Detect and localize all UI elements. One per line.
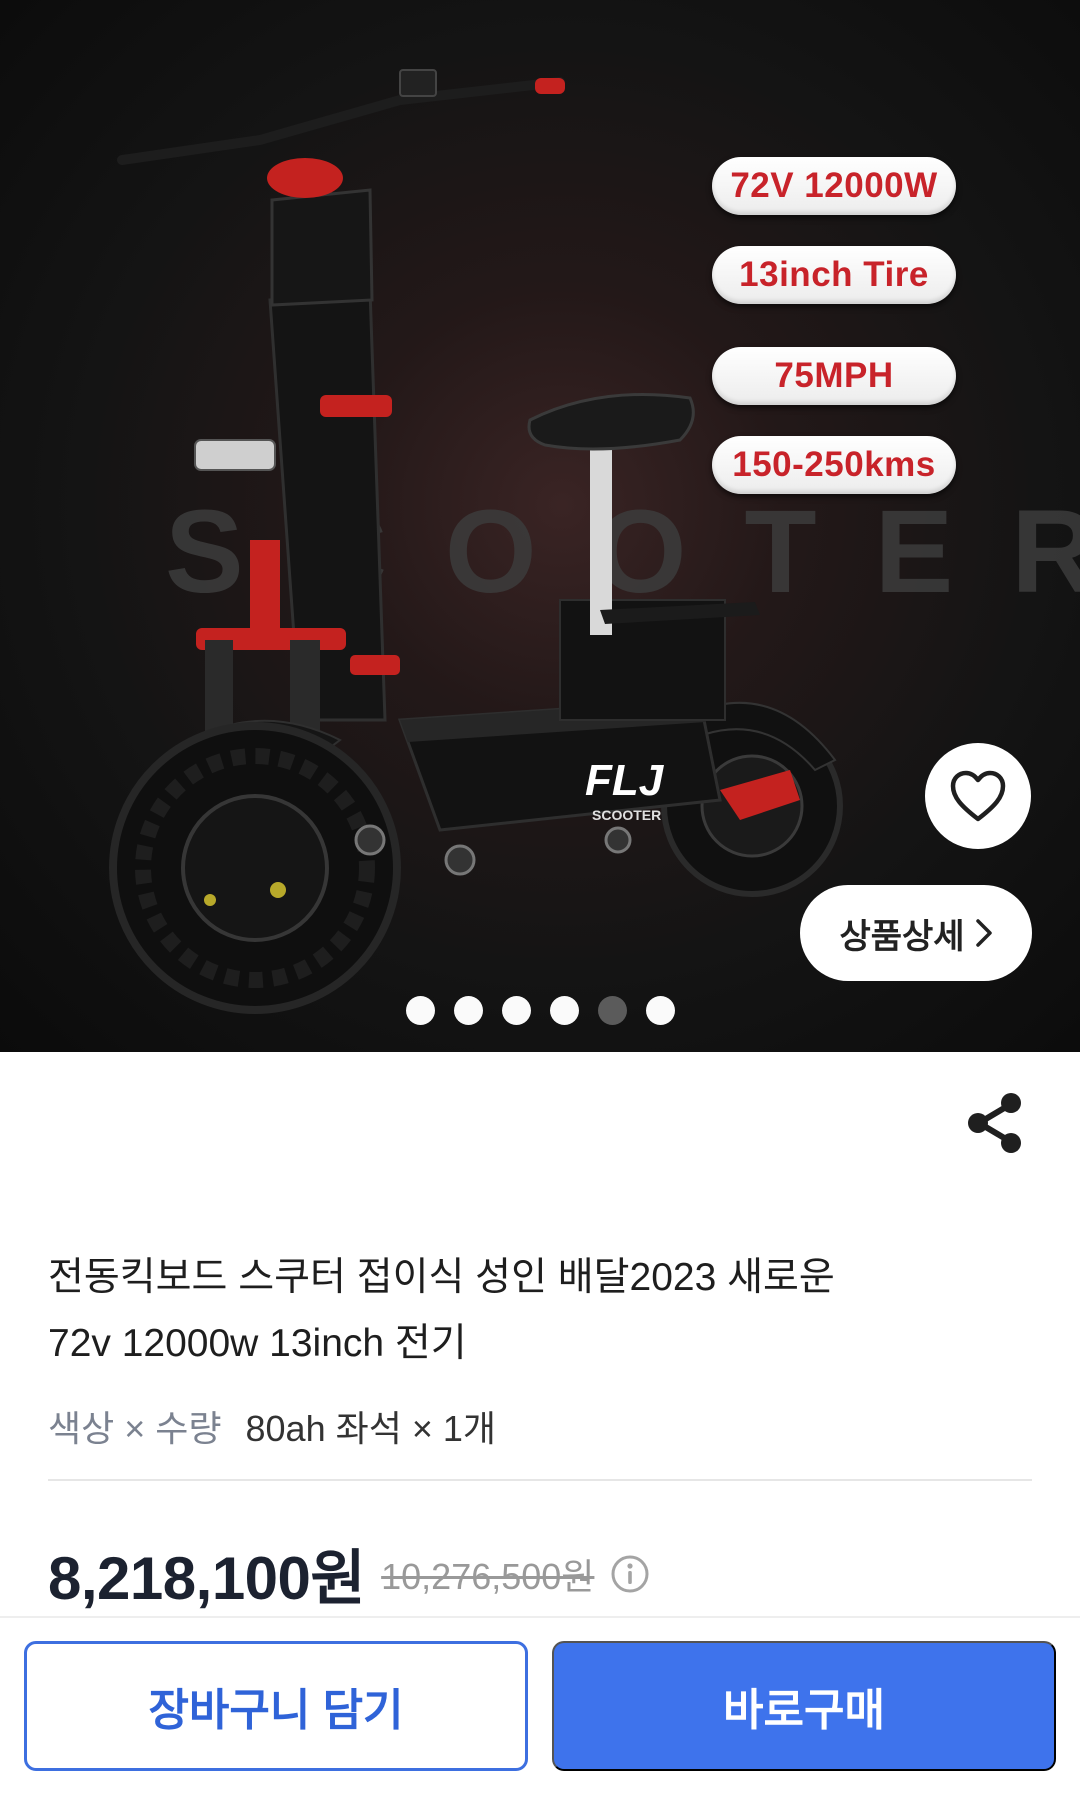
spec-tire-badge: 13inch Tire <box>712 246 956 304</box>
price-row: 8,218,100원 10,276,500원 <box>48 1530 650 1617</box>
selected-option: 색상 × 수량 80ah 좌석 × 1개 <box>48 1400 496 1452</box>
product-detail-label: 상품상세 <box>839 917 965 956</box>
brand-logo: FLJ <box>585 756 665 805</box>
add-to-cart-button[interactable]: 장바구니 담기 <box>24 1641 528 1771</box>
option-value: 80ah 좌석 × 1개 <box>245 1408 497 1449</box>
product-title: 전동킥보드 스쿠터 접이식 성인 배달2023 새로운 72v 12000w 1… <box>48 1245 1008 1377</box>
carousel-dot[interactable] <box>645 996 675 1025</box>
buy-now-button[interactable]: 바로구매 <box>552 1641 1056 1771</box>
product-title-line-2: 72v 12000w 13inch 전기 <box>48 1322 467 1365</box>
product-image-carousel[interactable]: SCOOTER FLJ SCOOTER 72V 12000W 13inch Ti… <box>0 0 1080 1052</box>
product-detail-button[interactable]: 상품상세 <box>800 885 1032 981</box>
product-title-line-1: 전동킥보드 스쿠터 접이식 성인 배달2023 새로운 <box>48 1256 835 1299</box>
carousel-dot[interactable] <box>549 996 579 1025</box>
spec-power-badge: 72V 12000W <box>712 157 956 215</box>
sale-price: 8,218,100원 <box>48 1545 366 1612</box>
wishlist-button[interactable] <box>925 743 1031 849</box>
carousel-dot[interactable] <box>453 996 483 1025</box>
original-price: 10,276,500원 <box>381 1555 595 1597</box>
share-button[interactable] <box>965 1090 1027 1156</box>
carousel-dot-active[interactable] <box>597 996 627 1025</box>
carousel-dot[interactable] <box>405 996 435 1025</box>
spec-speed-badge: 75MPH <box>712 347 956 405</box>
option-label: 색상 × 수량 <box>48 1408 222 1449</box>
info-icon[interactable] <box>610 1554 650 1594</box>
carousel-indicator <box>0 996 1080 1025</box>
share-icon <box>968 1093 1021 1153</box>
spec-range-badge: 150-250kms <box>712 436 956 494</box>
chevron-right-icon <box>975 919 992 947</box>
heart-icon <box>950 770 1006 822</box>
divider <box>48 1479 1032 1481</box>
carousel-dot[interactable] <box>501 996 531 1025</box>
brand-logo-sub: SCOOTER <box>592 807 661 823</box>
